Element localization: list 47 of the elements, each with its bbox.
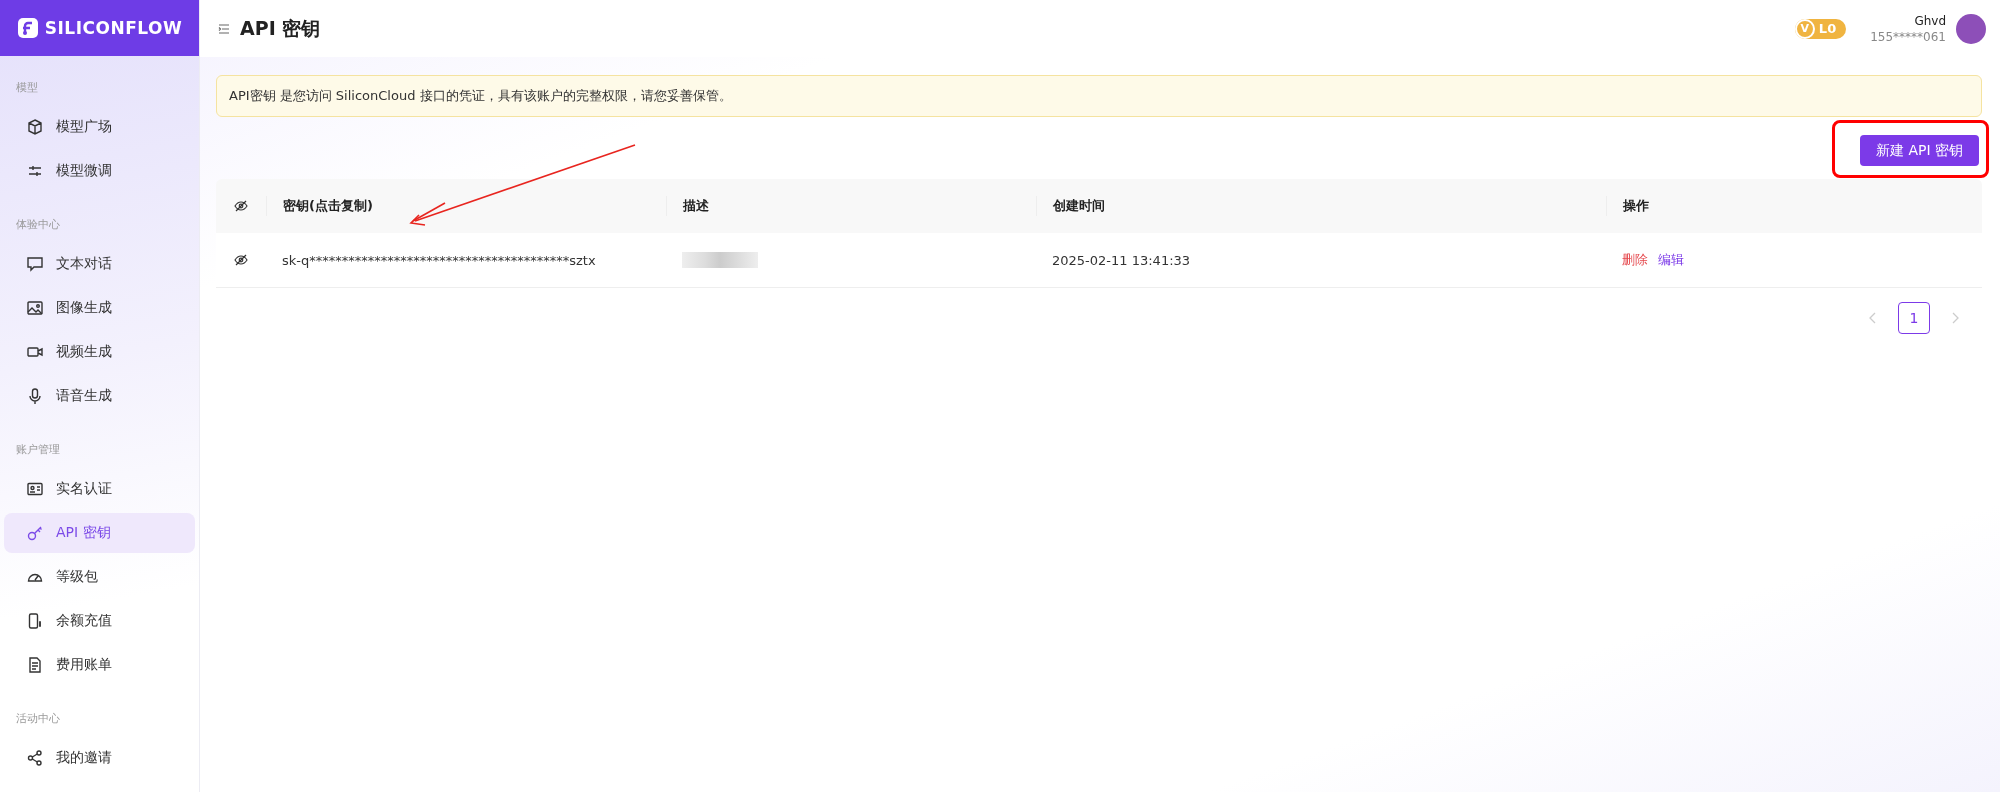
sidebar-item[interactable]: 实名认证 xyxy=(4,469,195,509)
sidebar-item[interactable]: API 密钥 xyxy=(4,513,195,553)
section-label: 账户管理 xyxy=(15,442,61,458)
sidebar-item[interactable]: 余额充值 xyxy=(4,601,195,641)
section-label: 模型 xyxy=(15,80,39,96)
eye-off-icon[interactable] xyxy=(234,253,248,267)
logo-icon xyxy=(16,17,39,39)
image-icon xyxy=(26,299,44,317)
sidebar-item[interactable]: 视频生成 xyxy=(4,332,195,372)
page-button[interactable]: 1 xyxy=(1898,302,1930,334)
share-icon xyxy=(26,749,44,767)
key-icon xyxy=(26,524,44,542)
column-header: 密钥(点击复制) xyxy=(283,197,373,215)
menu-icon[interactable] xyxy=(218,22,230,35)
notice-banner: API密钥 是您访问 SiliconCloud 接口的凭证，具有该账户的完整权限，请您妥善保管。 xyxy=(216,75,1982,117)
action-link[interactable]: 编辑 xyxy=(1658,251,1684,269)
mic-icon xyxy=(26,387,44,405)
sidebar-item[interactable]: 费用账单 xyxy=(4,645,195,685)
sidebar-item[interactable]: 模型微调 xyxy=(4,151,195,191)
column-header: 描述 xyxy=(683,197,709,215)
sidebar-item[interactable]: 文本对话 xyxy=(4,244,195,284)
phone-icon xyxy=(26,612,44,630)
new-api-key-button[interactable]: 新建 API 密钥 xyxy=(1859,135,1979,166)
user-phone: 155*****061 xyxy=(1870,28,1946,45)
sidebar-item[interactable]: 语音生成 xyxy=(4,376,195,416)
level-text: L0 xyxy=(1818,21,1837,36)
section-label: 体验中心 xyxy=(15,217,61,233)
sidebar-item[interactable]: 模型广场 xyxy=(4,107,195,147)
logo-text: SILICONFLOW xyxy=(44,18,183,38)
chat-icon xyxy=(26,255,44,273)
column-header: 创建时间 xyxy=(1053,197,1105,215)
sidebar-item[interactable]: 图像生成 xyxy=(4,288,195,328)
created-time: 2025-02-11 13:41:33 xyxy=(1052,252,1191,268)
bill-icon xyxy=(26,656,44,674)
avatar[interactable] xyxy=(1956,13,1986,44)
column-header: 操作 xyxy=(1623,197,1649,215)
sidebar-item[interactable]: 我的邀请 xyxy=(4,738,195,778)
action-link[interactable]: 删除 xyxy=(1622,251,1648,269)
page-title: API 密钥 xyxy=(240,15,321,41)
api-key-text[interactable]: sk-q****************************************sztx xyxy=(282,252,596,268)
sidebar-item[interactable]: 等级包 xyxy=(4,557,195,597)
badge-letter: V xyxy=(1794,18,1815,39)
section-label: 活动中心 xyxy=(15,711,61,727)
eye-off-icon[interactable] xyxy=(234,199,248,213)
user-name: Ghvd xyxy=(1914,12,1946,29)
idcard-icon xyxy=(26,480,44,498)
cube-icon xyxy=(26,118,44,136)
